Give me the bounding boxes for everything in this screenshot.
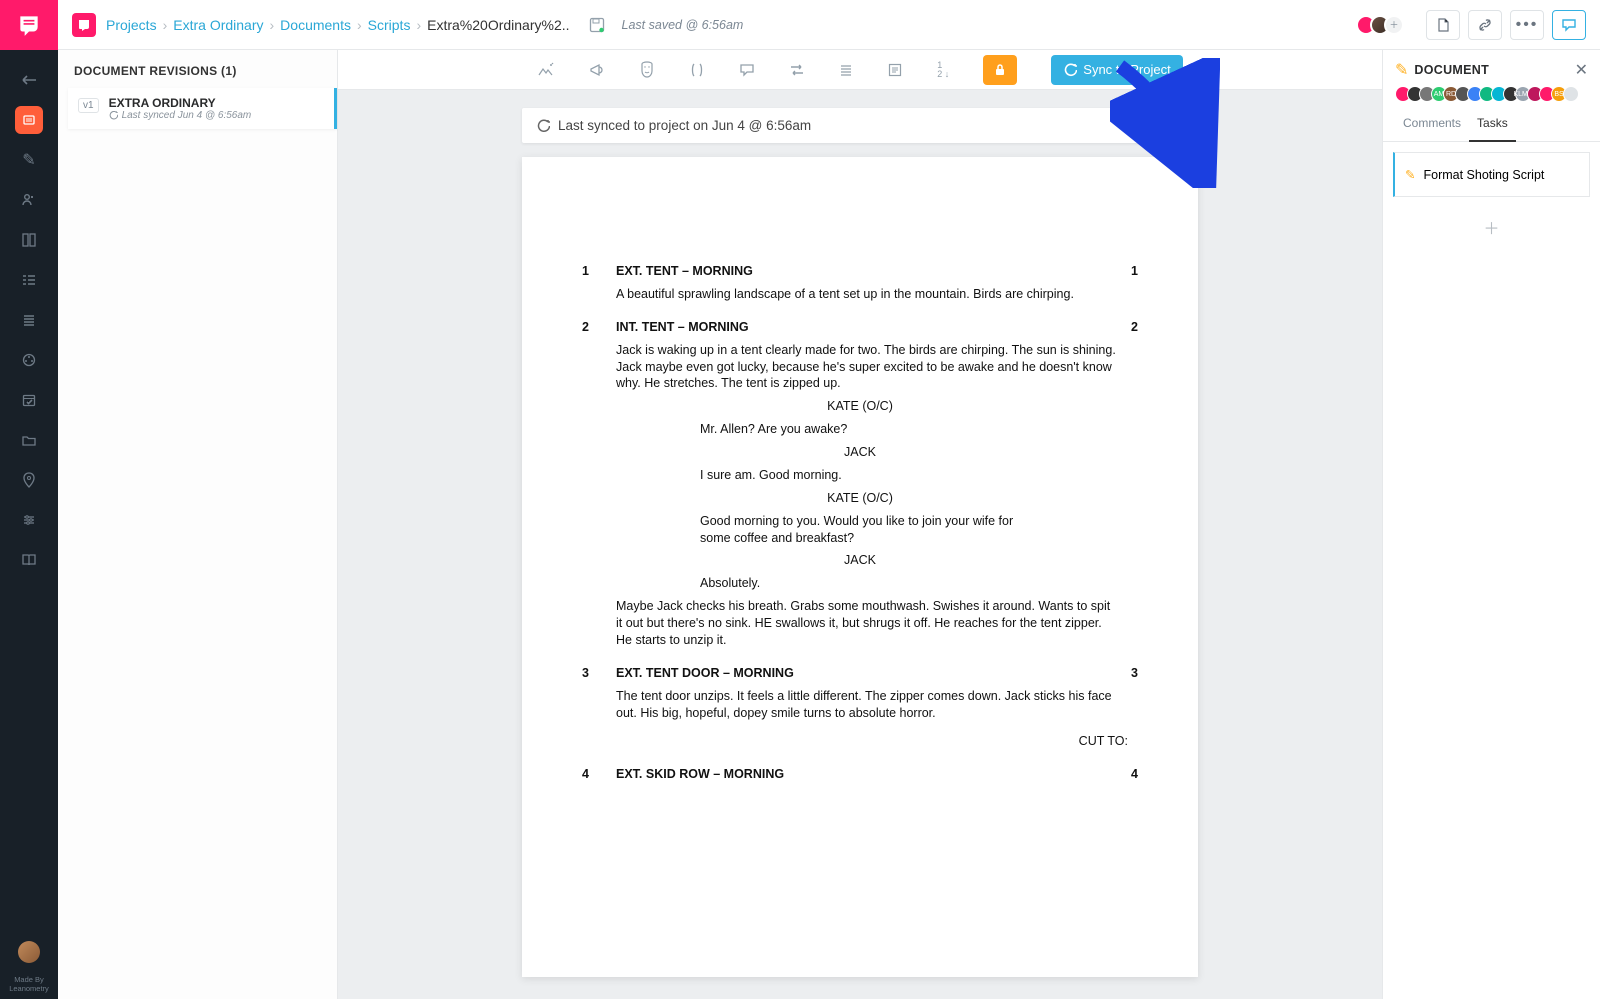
tool-scene-image-icon[interactable] bbox=[537, 62, 555, 78]
nav-calendar[interactable] bbox=[0, 380, 58, 420]
scene-number: 3 bbox=[582, 665, 616, 682]
dialogue-line: Good morning to you. Would you like to j… bbox=[700, 513, 1020, 547]
crumb-documents[interactable]: Documents bbox=[280, 17, 351, 33]
transition: CUT TO: bbox=[582, 733, 1138, 750]
editor-area: 12 ↓ Sync to Project Last synced to proj… bbox=[338, 50, 1382, 999]
tool-transition-icon[interactable] bbox=[789, 63, 805, 77]
chevron-right-icon: › bbox=[270, 17, 275, 33]
revision-title: EXTRA ORDINARY bbox=[109, 96, 252, 110]
toggle-comments-button[interactable] bbox=[1552, 10, 1586, 40]
chevron-right-icon: › bbox=[163, 17, 168, 33]
scene-heading: EXT. SKID ROW – MORNING bbox=[616, 766, 1104, 783]
scene-heading: EXT. TENT – MORNING bbox=[616, 263, 1104, 280]
crumb-scripts[interactable]: Scripts bbox=[368, 17, 411, 33]
footer-madeby: Made By Leanometry bbox=[0, 975, 58, 993]
scene-number-right: 2 bbox=[1104, 319, 1138, 336]
breadcrumb: Projects › Extra Ordinary › Documents › … bbox=[106, 17, 570, 33]
nav-back[interactable] bbox=[0, 60, 58, 100]
crumb-project[interactable]: Extra Ordinary bbox=[173, 17, 263, 33]
tool-announce-icon[interactable] bbox=[589, 62, 605, 78]
chevron-right-icon: › bbox=[416, 17, 421, 33]
share-link-button[interactable] bbox=[1468, 10, 1502, 40]
scene-number-right: 1 bbox=[1104, 263, 1138, 280]
export-pdf-button[interactable] bbox=[1426, 10, 1460, 40]
character-cue: JACK bbox=[700, 552, 1020, 569]
nav-cast[interactable] bbox=[0, 180, 58, 220]
nav-breakdown[interactable] bbox=[0, 260, 58, 300]
dialogue-line: I sure am. Good morning. bbox=[700, 467, 1020, 484]
tab-tasks[interactable]: Tasks bbox=[1469, 108, 1516, 142]
side-close-button[interactable]: ✕ bbox=[1575, 60, 1588, 80]
save-status-icon bbox=[588, 16, 606, 34]
tool-dialogue-icon[interactable] bbox=[739, 62, 755, 78]
crumb-projects[interactable]: Projects bbox=[106, 17, 157, 33]
tool-note-icon[interactable] bbox=[887, 62, 903, 78]
action-block: The tent door unzips. It feels a little … bbox=[616, 688, 1116, 722]
nav-list[interactable] bbox=[0, 300, 58, 340]
dialogue-line: Absolutely. bbox=[700, 575, 1020, 592]
app-logo[interactable] bbox=[0, 0, 58, 50]
revision-card[interactable]: v1 EXTRA ORDINARY Last synced Jun 4 @ 6:… bbox=[68, 88, 337, 129]
tool-number-icon[interactable]: 12 ↓ bbox=[937, 61, 949, 77]
scene-number: 4 bbox=[582, 766, 616, 783]
crumb-current: Extra%20Ordinary%2.. bbox=[427, 17, 569, 33]
nav-script[interactable] bbox=[0, 100, 58, 140]
character-cue: KATE (O/C) bbox=[700, 490, 1020, 507]
presence-avatars[interactable]: ＋ bbox=[1356, 15, 1404, 35]
character-cue: JACK bbox=[700, 444, 1020, 461]
character-cue: KATE (O/C) bbox=[700, 398, 1020, 415]
editor-toolbar: 12 ↓ Sync to Project bbox=[338, 50, 1382, 90]
revision-version: v1 bbox=[78, 98, 99, 113]
scene-number-right: 3 bbox=[1104, 665, 1138, 682]
lock-button[interactable] bbox=[983, 55, 1017, 85]
project-icon[interactable] bbox=[72, 13, 96, 37]
revision-meta: Last synced Jun 4 @ 6:56am bbox=[109, 110, 252, 121]
collaborator-avatars[interactable]: AMRDKLMVBS bbox=[1383, 86, 1600, 108]
nav-reel[interactable] bbox=[0, 340, 58, 380]
collaborator-avatar[interactable] bbox=[1563, 86, 1579, 102]
sync-to-project-button[interactable]: Sync to Project bbox=[1051, 55, 1182, 85]
top-bar: Projects › Extra Ordinary › Documents › … bbox=[58, 0, 1600, 50]
nav-edit[interactable]: ✎ bbox=[0, 140, 58, 180]
nav-files[interactable] bbox=[0, 420, 58, 460]
side-panel: ✎ DOCUMENT ✕ AMRDKLMVBS Comments Tasks ✎… bbox=[1382, 50, 1600, 999]
more-menu-button[interactable]: ••• bbox=[1510, 10, 1544, 40]
scene-number-right: 4 bbox=[1104, 766, 1138, 783]
pencil-icon: ✎ bbox=[1405, 167, 1415, 182]
left-nav-rail: ✎ Made By bbox=[0, 0, 58, 999]
pencil-icon: ✎ bbox=[1395, 60, 1408, 80]
scene-number: 1 bbox=[582, 263, 616, 280]
scene-number: 2 bbox=[582, 319, 616, 336]
add-task-button[interactable]: ＋ bbox=[1383, 207, 1600, 247]
side-title: DOCUMENT bbox=[1414, 63, 1489, 77]
nav-book[interactable] bbox=[0, 540, 58, 580]
tab-comments[interactable]: Comments bbox=[1395, 108, 1469, 141]
action-block: A beautiful sprawling landscape of a ten… bbox=[616, 286, 1116, 303]
nav-boards[interactable] bbox=[0, 220, 58, 260]
revisions-panel: DOCUMENT REVISIONS (1) v1 EXTRA ORDINARY… bbox=[58, 50, 338, 999]
task-item[interactable]: ✎ bbox=[1393, 152, 1590, 197]
task-input[interactable] bbox=[1423, 168, 1579, 182]
scene-heading: EXT. TENT DOOR – MORNING bbox=[616, 665, 1104, 682]
revisions-heading: DOCUMENT REVISIONS (1) bbox=[58, 50, 337, 88]
script-page[interactable]: 1EXT. TENT – MORNING1A beautiful sprawli… bbox=[522, 157, 1198, 977]
last-saved-text: Last saved @ 6:56am bbox=[622, 18, 744, 32]
tool-character-icon[interactable] bbox=[639, 61, 655, 79]
action-block: Jack is waking up in a tent clearly made… bbox=[616, 342, 1116, 393]
nav-settings[interactable] bbox=[0, 500, 58, 540]
nav-location[interactable] bbox=[0, 460, 58, 500]
sync-status-bar: Last synced to project on Jun 4 @ 6:56am bbox=[522, 108, 1198, 143]
dialogue-line: Mr. Allen? Are you awake? bbox=[700, 421, 1020, 438]
user-avatar[interactable] bbox=[18, 941, 40, 963]
chevron-right-icon: › bbox=[357, 17, 362, 33]
tool-align-icon[interactable] bbox=[839, 63, 853, 77]
tool-parenthetical-icon[interactable] bbox=[689, 62, 705, 78]
action-block: Maybe Jack checks his breath. Grabs some… bbox=[616, 598, 1116, 649]
scene-heading: INT. TENT – MORNING bbox=[616, 319, 1104, 336]
